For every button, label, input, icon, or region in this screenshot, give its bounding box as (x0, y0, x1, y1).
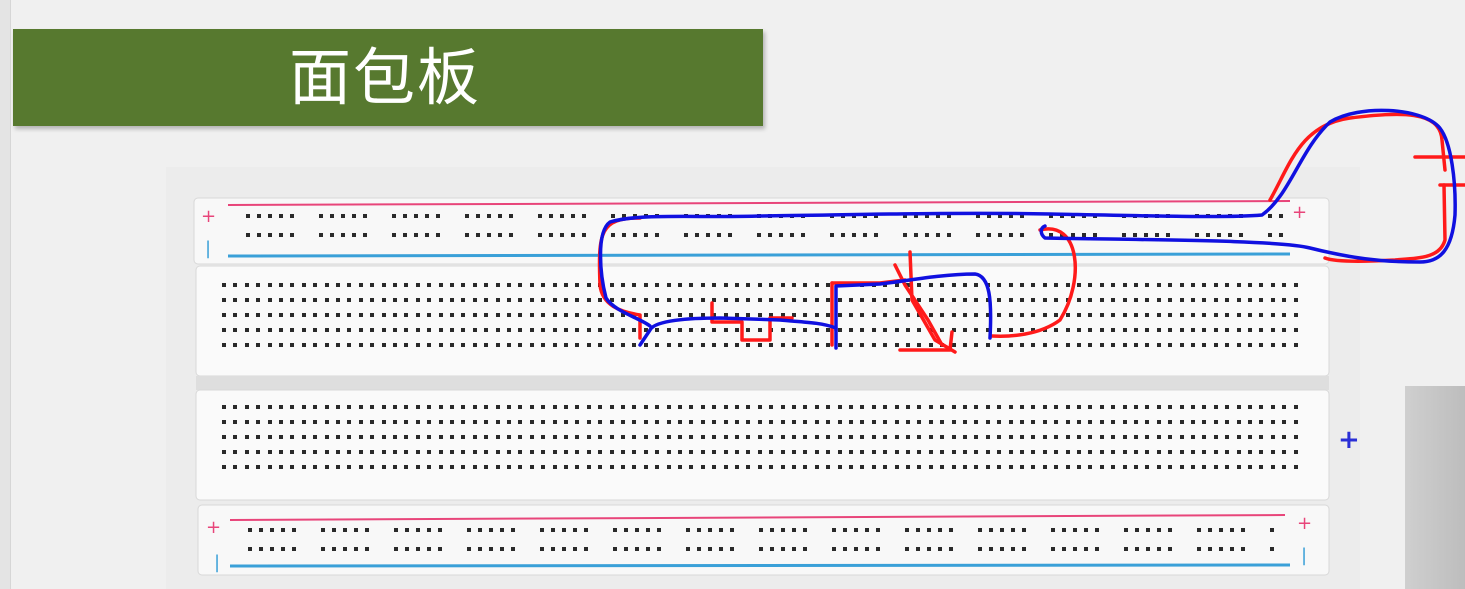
annotation-plus-sign: + (1338, 425, 1360, 455)
top-rail-blue-line (227, 252, 1291, 258)
top-rail-minus-label: | (205, 238, 211, 259)
bottom-rail-plus-label: + (206, 517, 221, 538)
bottom-rail-minus-label-right: | (1301, 545, 1307, 566)
top-rail-plus-label-right: + (1292, 202, 1307, 223)
bottom-rail-minus-label: | (214, 552, 220, 573)
bottom-rail-blue-line (229, 563, 1291, 568)
breadboard-image: + | + + | + | (193, 108, 1465, 576)
bottom-rail-plus-label-right: + (1297, 513, 1312, 534)
center-channel (196, 376, 1329, 390)
top-rail-plus-label: + (201, 206, 216, 227)
